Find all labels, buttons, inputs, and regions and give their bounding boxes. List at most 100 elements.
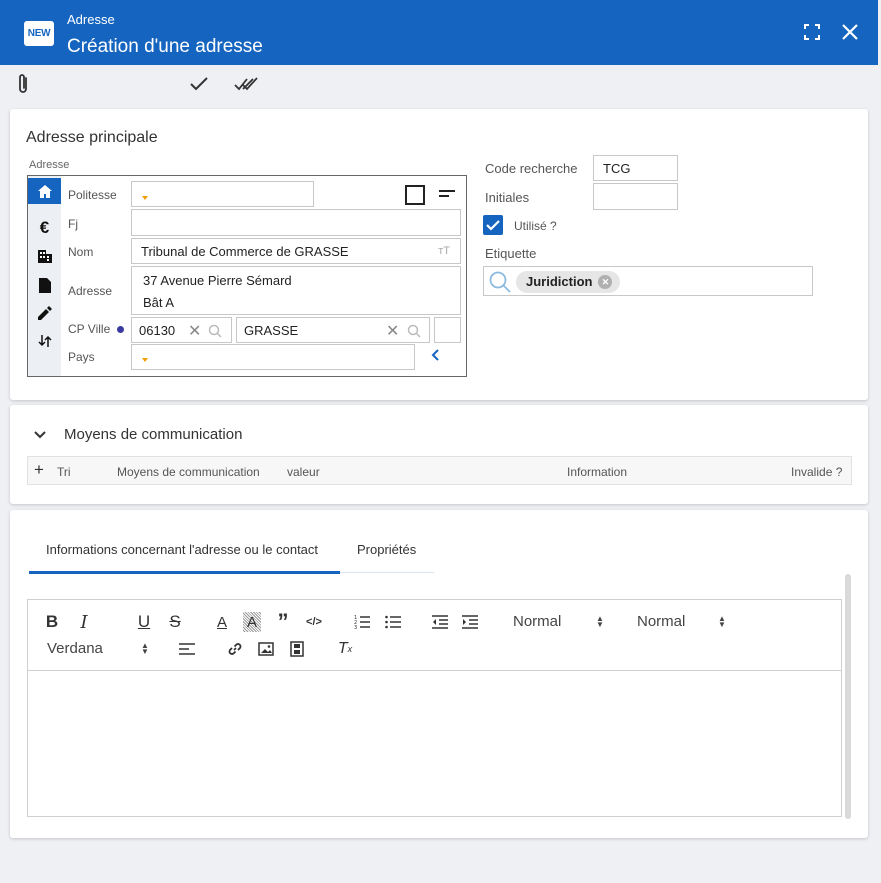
paragraph-style-value: Normal [513, 613, 562, 630]
etiquette-field[interactable]: Juridiction ✕ [483, 266, 813, 296]
cpville-label: CP Ville [68, 322, 124, 336]
updown-icon: ▲ ▼ [718, 614, 726, 629]
image-icon[interactable] [257, 639, 275, 659]
font-family-value: Verdana [47, 640, 103, 657]
cp-value: 06130 [139, 323, 176, 338]
blockquote-icon[interactable]: ” [274, 609, 292, 634]
address-box-label: Adresse [29, 159, 70, 171]
ordered-list-icon[interactable]: 123 [353, 612, 371, 632]
fj-label: Fj [68, 217, 78, 231]
code-recherche-field[interactable]: TCG [593, 155, 678, 181]
code-icon[interactable]: </> [304, 612, 324, 632]
initiales-label: Initiales [485, 190, 530, 205]
italic-icon[interactable]: I [76, 612, 92, 633]
add-icon[interactable]: + [34, 460, 44, 480]
nom-value: Tribunal de Commerce de GRASSE [141, 244, 349, 259]
svg-text:3: 3 [354, 625, 357, 630]
fj-field[interactable] [131, 209, 461, 236]
link-icon[interactable] [226, 639, 244, 659]
bold-icon[interactable]: B [44, 612, 60, 632]
extra-field[interactable] [434, 317, 461, 343]
search-ville-icon[interactable] [407, 324, 421, 338]
size-value: Normal [637, 613, 686, 630]
adresse-field[interactable]: 37 Avenue Pierre Sémard Bât A [131, 266, 461, 315]
clear-ville-icon[interactable]: ✕ [386, 321, 399, 341]
maximize-icon[interactable] [800, 20, 824, 44]
attachment-icon[interactable] [12, 71, 34, 97]
col-information[interactable]: Information [567, 465, 627, 479]
pays-label: Pays [68, 350, 95, 364]
nom-label: Nom [68, 245, 94, 259]
home-icon[interactable] [28, 178, 61, 204]
font-color-icon[interactable]: A [213, 612, 231, 632]
underline-icon[interactable]: U [136, 612, 152, 632]
bullet-list-icon[interactable] [384, 612, 402, 632]
dialog-title: Création d'une adresse [67, 36, 263, 57]
size-select[interactable]: Normal [637, 613, 685, 630]
address-side-bar: € [28, 176, 61, 376]
sort-arrows-icon[interactable] [28, 328, 61, 354]
politesse-select[interactable] [131, 181, 314, 207]
help-icon[interactable] [116, 326, 124, 333]
col-tri[interactable]: Tri [57, 465, 71, 479]
document-icon[interactable] [28, 272, 61, 298]
etiquette-label: Etiquette [485, 246, 537, 261]
communication-table-header: + Tri Moyens de communication valeur Inf… [27, 456, 852, 485]
info-card: Informations concernant l'adresse ou le … [10, 510, 868, 838]
communication-card: Moyens de communication + Tri Moyens de … [10, 405, 868, 504]
communication-section-title: Moyens de communication [64, 426, 243, 443]
strikethrough-icon[interactable]: S [167, 612, 183, 632]
caret-down-icon [142, 358, 148, 362]
align-left-icon[interactable] [178, 639, 196, 659]
pencil-icon[interactable] [28, 300, 61, 326]
search-cp-icon[interactable] [208, 324, 222, 338]
square-icon[interactable] [405, 185, 425, 205]
indent-icon[interactable] [461, 612, 479, 632]
utilise-checkbox[interactable] [483, 215, 503, 235]
validate-all-icon[interactable] [233, 73, 261, 95]
code-recherche-value: TCG [603, 161, 631, 176]
building-icon[interactable] [28, 243, 61, 269]
chevron-down-icon[interactable] [32, 427, 50, 445]
tab-underline [340, 572, 434, 573]
paragraph-style-select[interactable]: Normal [513, 613, 561, 630]
initiales-field[interactable] [593, 183, 678, 210]
ville-value: GRASSE [244, 323, 299, 338]
adresse-line-2: Bât A [143, 295, 175, 310]
tag-label: Juridiction [526, 274, 593, 289]
pays-select[interactable] [131, 344, 415, 370]
euro-icon[interactable]: € [28, 215, 61, 241]
background-color-icon[interactable]: A [243, 612, 261, 632]
address-card: Adresse principale Adresse € Politesse F… [10, 109, 868, 400]
outdent-icon[interactable] [431, 612, 449, 632]
scrollbar[interactable] [845, 574, 851, 819]
font-family-select[interactable]: Verdana [47, 640, 103, 657]
tab-proprietes[interactable]: Propriétés [357, 542, 416, 557]
updown-icon: ▲ ▼ [141, 641, 149, 656]
col-moyens[interactable]: Moyens de communication [117, 465, 260, 479]
updown-icon: ▲ ▼ [596, 614, 604, 629]
text-size-icon[interactable]: ᴛT [438, 245, 450, 257]
nom-field[interactable]: Tribunal de Commerce de GRASSE ᴛT [131, 238, 461, 264]
align-icon[interactable] [437, 186, 459, 202]
validate-icon[interactable] [187, 73, 211, 95]
cp-field[interactable]: 06130 ✕ [131, 317, 232, 343]
address-box: € Politesse Fj Nom Tribunal de Commerce … [27, 175, 467, 377]
tag-chip: Juridiction ✕ [516, 271, 621, 293]
remove-tag-icon[interactable]: ✕ [598, 275, 613, 289]
close-icon[interactable] [838, 20, 862, 44]
tab-informations[interactable]: Informations concernant l'adresse ou le … [46, 542, 318, 557]
clear-cp-icon[interactable]: ✕ [188, 321, 201, 341]
search-icon[interactable] [488, 270, 512, 294]
col-valeur[interactable]: valeur [287, 465, 320, 479]
utilise-label: Utilisé ? [514, 219, 557, 233]
adresse-label: Adresse [68, 284, 113, 298]
editor-content[interactable] [28, 671, 841, 816]
active-tab-indicator [29, 571, 340, 574]
clear-format-icon[interactable]: Tx [335, 639, 355, 659]
chevron-left-icon[interactable] [430, 348, 446, 364]
video-icon[interactable] [288, 639, 306, 659]
col-invalide[interactable]: Invalide ? [791, 465, 842, 479]
new-badge: NEW [24, 21, 54, 46]
ville-field[interactable]: GRASSE ✕ [236, 317, 430, 343]
